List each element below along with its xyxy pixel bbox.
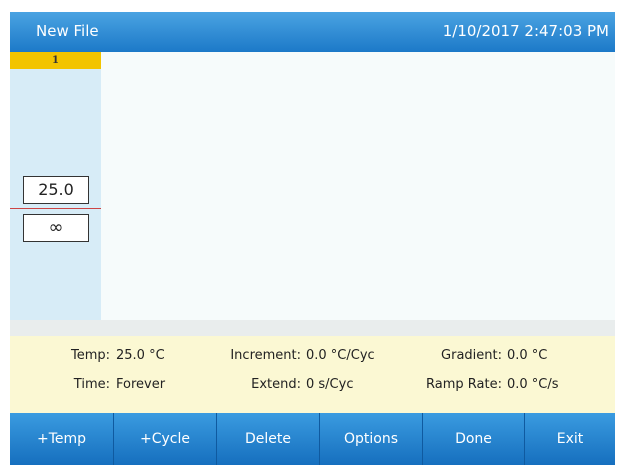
step-column[interactable]: 1 25.0 ∞: [10, 52, 101, 320]
step-temperature-field[interactable]: 25.0: [23, 176, 89, 204]
gradient-value: 0.0 °C: [507, 348, 548, 363]
file-title: New File: [36, 22, 99, 40]
add-temp-button[interactable]: +Temp: [10, 413, 114, 465]
ramp-rate-label: Ramp Rate:: [426, 377, 502, 392]
datetime-display: 1/10/2017 2:47:03 PM: [442, 22, 609, 40]
ramp-rate-value: 0.0 °C/s: [507, 377, 559, 392]
done-button[interactable]: Done: [423, 413, 525, 465]
increment-label: Increment:: [230, 348, 301, 363]
add-cycle-button[interactable]: +Cycle: [114, 413, 217, 465]
extend-value: 0 s/Cyc: [306, 377, 354, 392]
app-window: New File 1/10/2017 2:47:03 PM 1 25.0 ∞ T…: [10, 12, 615, 465]
temperature-marker-line: [10, 208, 101, 209]
temp-value: 25.0 °C: [116, 348, 165, 363]
step-number: 1: [10, 52, 101, 69]
info-panel: Temp: 25.0 °C Time: Forever Increment: 0…: [10, 336, 615, 413]
gradient-label: Gradient:: [441, 348, 502, 363]
button-bar: +Temp +Cycle Delete Options Done Exit: [10, 413, 615, 465]
exit-button[interactable]: Exit: [525, 413, 615, 465]
increment-value: 0.0 °C/Cyc: [306, 348, 375, 363]
time-label: Time:: [73, 377, 110, 392]
time-value: Forever: [116, 377, 166, 392]
temp-label: Temp:: [70, 348, 110, 363]
title-bar: New File 1/10/2017 2:47:03 PM: [10, 12, 615, 52]
extend-label: Extend:: [251, 377, 301, 392]
program-area: 1 25.0 ∞: [10, 52, 615, 320]
delete-button[interactable]: Delete: [217, 413, 320, 465]
options-button[interactable]: Options: [320, 413, 423, 465]
scroll-strip: [10, 320, 615, 336]
step-time-field[interactable]: ∞: [23, 214, 89, 242]
